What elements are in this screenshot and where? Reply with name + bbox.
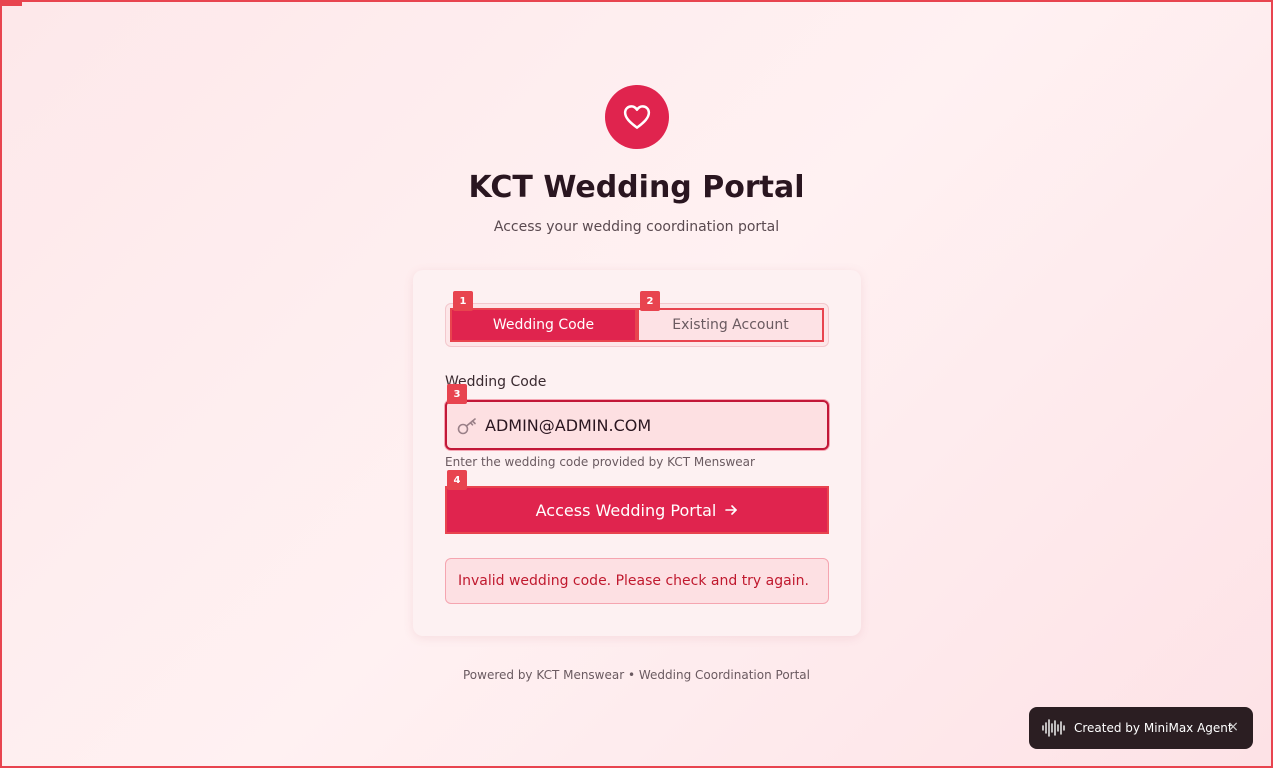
waveform-icon [1042, 719, 1065, 737]
annotation-badge: 1 [453, 291, 473, 311]
tab-wedding-code[interactable]: Wedding Code [450, 308, 637, 342]
key-icon [457, 418, 476, 435]
login-card: Wedding Code Existing Account 1 2 Weddin… [413, 270, 861, 636]
helper-text: Enter the wedding code provided by KCT M… [445, 455, 755, 469]
wedding-code-input[interactable] [485, 402, 815, 448]
toast-text: Created by MiniMax Agent [1074, 721, 1233, 735]
corner-marker [2, 2, 22, 6]
error-message: Invalid wedding code. Please check and t… [445, 558, 829, 604]
annotation-badge: 2 [640, 291, 660, 311]
page-title: KCT Wedding Portal [468, 170, 805, 205]
heart-logo [605, 85, 669, 149]
minimax-toast[interactable]: Created by MiniMax Agent × [1029, 707, 1253, 749]
arrow-right-icon [725, 505, 738, 515]
access-portal-label: Access Wedding Portal [535, 500, 717, 520]
close-icon[interactable]: × [1227, 719, 1239, 735]
wedding-code-field [445, 400, 829, 450]
annotation-badge: 4 [447, 470, 467, 490]
footer-text: Powered by KCT Menswear • Wedding Coordi… [462, 668, 810, 682]
tab-bar: Wedding Code Existing Account [445, 303, 829, 347]
page-subtitle: Access your wedding coordination portal [493, 219, 780, 235]
tab-existing-account[interactable]: Existing Account [637, 308, 824, 342]
heart-icon [623, 105, 651, 129]
annotation-badge: 3 [447, 384, 467, 404]
access-portal-button[interactable]: Access Wedding Portal [445, 486, 829, 534]
